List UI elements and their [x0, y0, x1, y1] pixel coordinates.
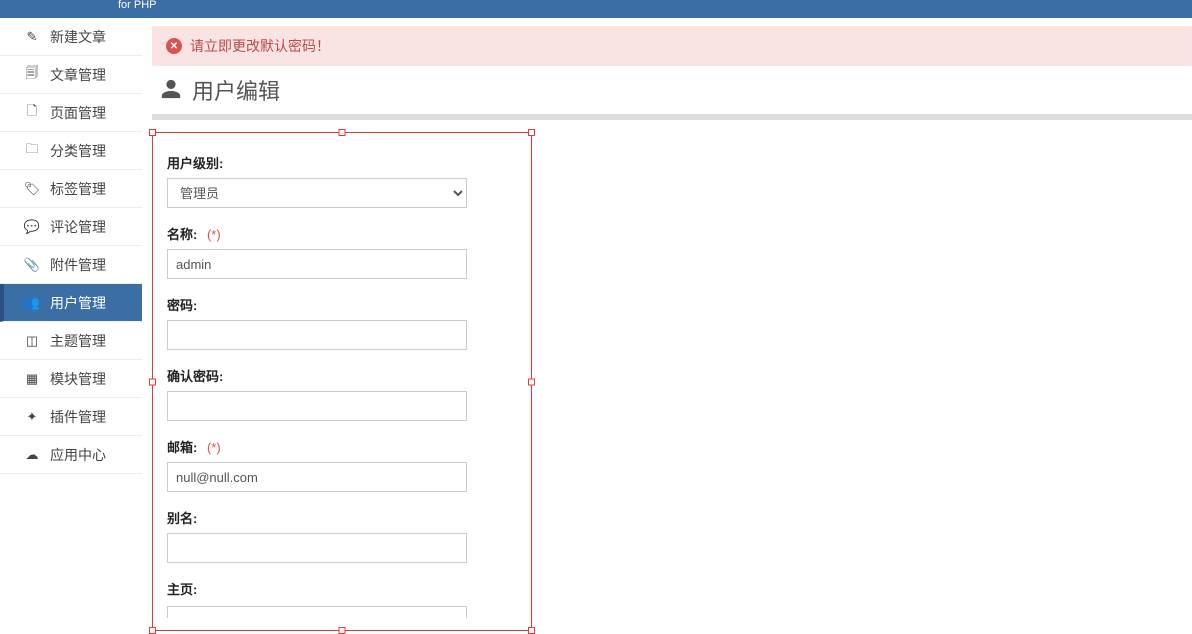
email-label: 邮箱: (*) — [167, 437, 517, 456]
tag-icon: 🏷 — [24, 181, 40, 197]
alias-label: 别名: — [167, 508, 517, 527]
module-icon: ▦ — [24, 371, 40, 387]
name-label: 名称: (*) — [167, 224, 517, 243]
selection-handle — [528, 378, 535, 385]
edit-icon: ✎ — [24, 29, 40, 45]
confirm-password-label: 确认密码: — [167, 366, 517, 385]
sidebar-item-label: 插件管理 — [50, 407, 106, 427]
selection-handle — [528, 627, 535, 634]
attachment-icon: 📎 — [24, 257, 40, 273]
selection-handle — [149, 129, 156, 136]
password-label: 密码: — [167, 295, 517, 314]
sidebar-item-tags[interactable]: 🏷 标签管理 — [0, 170, 142, 208]
sidebar-item-comments[interactable]: 💬 评论管理 — [0, 208, 142, 246]
sidebar-item-label: 主题管理 — [50, 331, 106, 351]
sidebar-item-plugins[interactable]: ✦ 插件管理 — [0, 398, 142, 436]
header-strip: for PHP — [0, 0, 1192, 18]
sidebar-item-label: 分类管理 — [50, 141, 106, 161]
password-input[interactable] — [167, 320, 467, 350]
sidebar-item-appcenter[interactable]: ☁ 应用中心 — [0, 436, 142, 474]
field-name: 名称: (*) — [167, 224, 517, 279]
user-level-select[interactable]: 管理员 — [167, 178, 467, 208]
sidebar-item-new-post[interactable]: ✎ 新建文章 — [0, 18, 142, 56]
header-subtitle: for PHP — [118, 0, 157, 10]
sidebar-item-label: 应用中心 — [50, 445, 106, 465]
sidebar-item-pages[interactable]: 🗋 页面管理 — [0, 94, 142, 132]
sidebar-item-label: 用户管理 — [50, 293, 106, 313]
field-confirm-password: 确认密码: — [167, 366, 517, 421]
password-alert: ✕ 请立即更改默认密码！ — [152, 26, 1192, 66]
sidebar-item-modules[interactable]: ▦ 模块管理 — [0, 360, 142, 398]
required-mark: (*) — [207, 440, 221, 455]
folder-icon: 🗀 — [24, 140, 40, 162]
user-edit-form-box: 用户级别: 管理员 名称: (*) 密码: 确认密码: — [152, 132, 532, 631]
sidebar-item-posts[interactable]: 🗐 文章管理 — [0, 56, 142, 94]
field-homepage: 主页: — [167, 579, 517, 620]
alias-input[interactable] — [167, 533, 467, 563]
confirm-password-input[interactable] — [167, 391, 467, 421]
main: ✕ 请立即更改默认密码！ 用户编辑 用户级别: 管理员 — [142, 18, 1192, 631]
comment-icon: 💬 — [24, 219, 40, 235]
plugin-icon: ✦ — [24, 409, 40, 425]
homepage-input[interactable] — [167, 606, 467, 618]
sidebar-item-label: 评论管理 — [50, 217, 106, 237]
users-icon: 👥 — [24, 295, 40, 311]
sidebar-item-label: 新建文章 — [50, 27, 106, 47]
name-input[interactable] — [167, 249, 467, 279]
field-email: 邮箱: (*) — [167, 437, 517, 492]
selection-handle — [149, 378, 156, 385]
page-title-row: 用户编辑 — [160, 74, 1192, 106]
divider-strip — [152, 114, 1192, 120]
sidebar-item-attachments[interactable]: 📎 附件管理 — [0, 246, 142, 284]
alert-message: 请立即更改默认密码！ — [190, 36, 330, 56]
sidebar-item-categories[interactable]: 🗀 分类管理 — [0, 132, 142, 170]
sidebar-item-themes[interactable]: ◫ 主题管理 — [0, 322, 142, 360]
selection-handle — [528, 129, 535, 136]
pages-icon: 🗋 — [24, 102, 40, 124]
field-alias: 别名: — [167, 508, 517, 563]
selection-handle — [339, 129, 346, 136]
cloud-icon: ☁ — [24, 447, 40, 463]
required-mark: (*) — [207, 227, 221, 242]
user-icon — [160, 78, 182, 103]
selection-handle — [149, 627, 156, 634]
field-user-level: 用户级别: 管理员 — [167, 153, 517, 208]
selection-handle — [339, 627, 346, 634]
page-title: 用户编辑 — [192, 74, 280, 106]
sidebar-item-label: 模块管理 — [50, 369, 106, 389]
sidebar-item-label: 附件管理 — [50, 255, 106, 275]
field-password: 密码: — [167, 295, 517, 350]
posts-icon: 🗐 — [24, 64, 40, 86]
homepage-label: 主页: — [167, 579, 517, 598]
sidebar-item-label: 文章管理 — [50, 65, 106, 85]
sidebar: ✎ 新建文章 🗐 文章管理 🗋 页面管理 🗀 分类管理 🏷 标签管理 💬 评论管… — [0, 18, 142, 631]
sidebar-item-label: 标签管理 — [50, 179, 106, 199]
sidebar-item-users[interactable]: 👥 用户管理 — [0, 284, 142, 322]
user-level-label: 用户级别: — [167, 153, 517, 172]
theme-icon: ◫ — [24, 333, 40, 349]
email-input[interactable] — [167, 462, 467, 492]
sidebar-item-label: 页面管理 — [50, 103, 106, 123]
layout: ✎ 新建文章 🗐 文章管理 🗋 页面管理 🗀 分类管理 🏷 标签管理 💬 评论管… — [0, 18, 1192, 631]
error-icon: ✕ — [166, 38, 182, 54]
